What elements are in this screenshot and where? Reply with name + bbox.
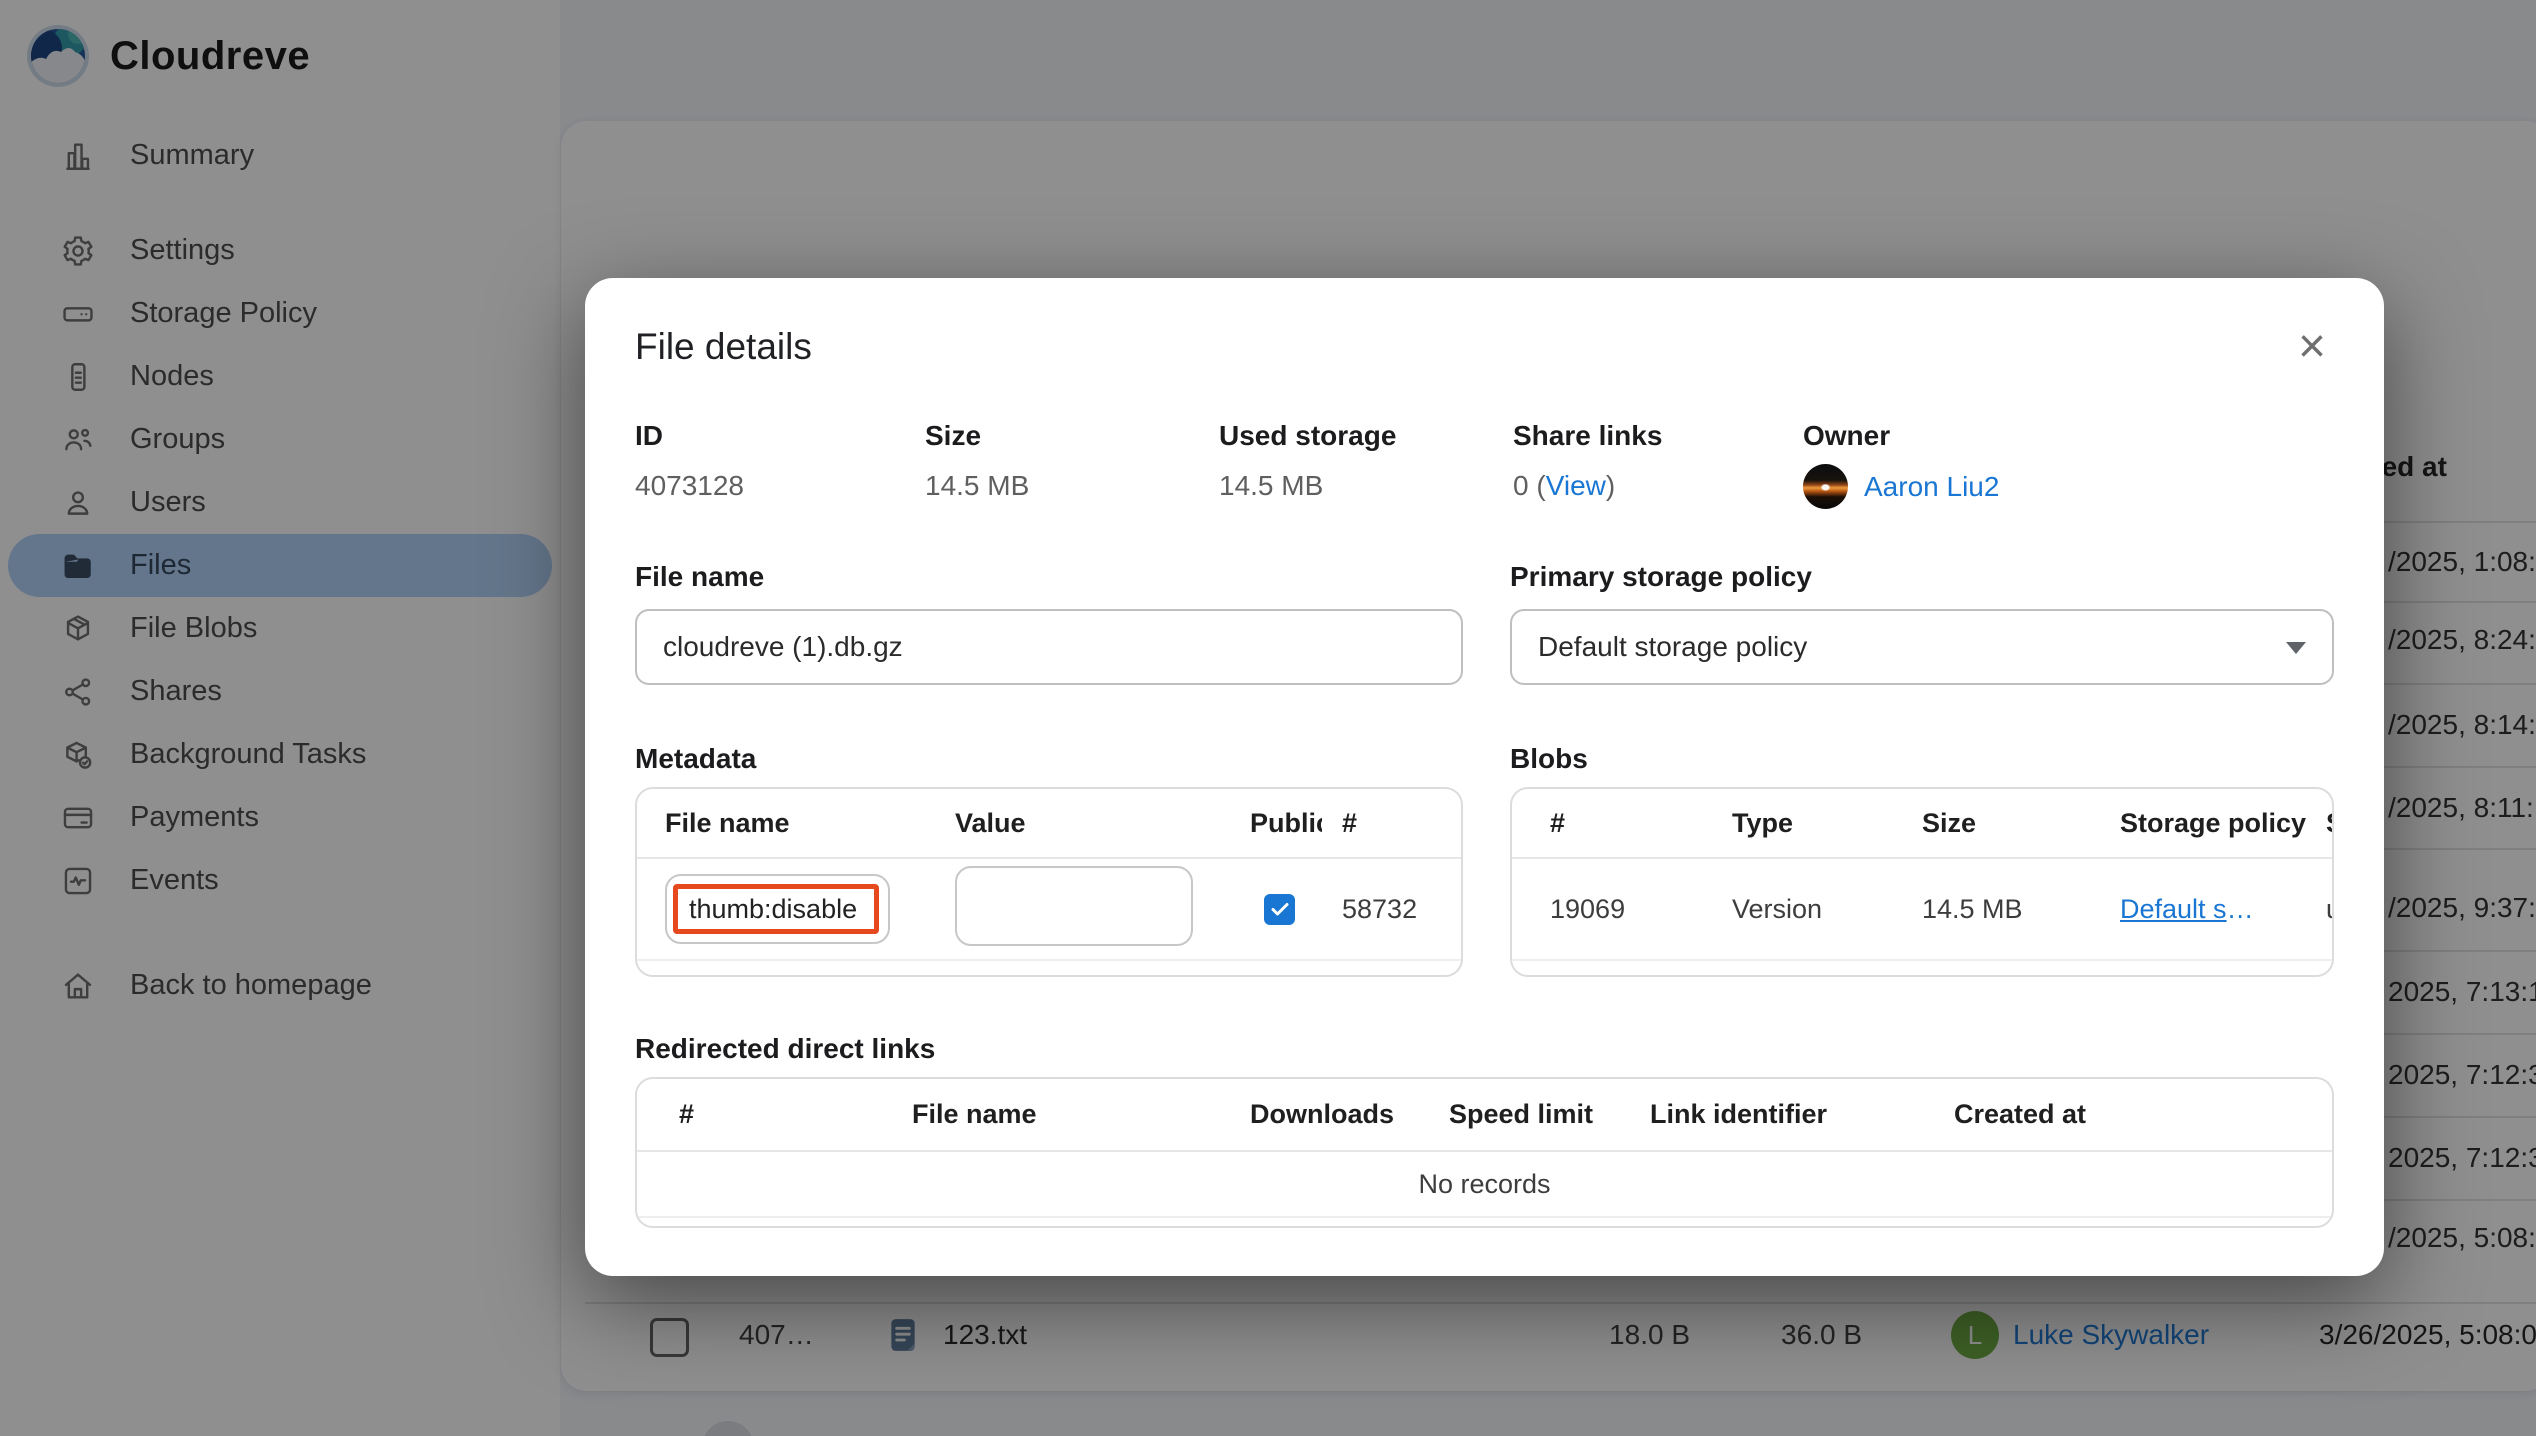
file-name-field: File name cloudreve (1).db.gz [635, 561, 1463, 685]
modal-title: File details [635, 326, 812, 367]
col-header: Speed limit [1449, 1099, 1594, 1129]
col-header: Storage policy [2120, 807, 2307, 838]
file-name-input[interactable]: cloudreve (1).db.gz [635, 609, 1463, 685]
file-info-row: ID 4073128 Size 14.5 MB Used storage 14.… [635, 420, 2334, 509]
blobs-table: # Type Size Storage policy S 19069 Versi… [1510, 787, 2334, 977]
public-checkbox[interactable] [1264, 893, 1295, 925]
view-share-links-link[interactable]: View [1546, 470, 1606, 501]
direct-links-table: # File name Downloads Speed limit Link i… [635, 1077, 2334, 1228]
direct-links-section: Redirected direct links # File name Down… [635, 1033, 2334, 1228]
col-header: Created at [1954, 1099, 2087, 1129]
col-header: Public [1250, 807, 1322, 838]
col-header: # [1550, 807, 1566, 838]
blob-row: 19069 Version 14.5 MB Default storage po… [1512, 859, 2332, 961]
col-header: Value [955, 807, 1026, 838]
metadata-section: Metadata File name Value Public # thumb:… [635, 743, 1463, 977]
owner-avatar [1803, 464, 1848, 509]
blobs-section: Blobs # Type Size Storage policy S 19069… [1510, 743, 2334, 977]
blob-storage-policy-link[interactable]: Default storage policy [2120, 894, 2254, 925]
info-share-links: Share links 0 (View) [1513, 420, 1663, 501]
info-size: Size 14.5 MB [925, 420, 1030, 501]
empty-state: No records [637, 1152, 2332, 1218]
metadata-value-input[interactable] [955, 865, 1193, 946]
col-header: S [2326, 808, 2332, 839]
col-header: Link identifier [1650, 1099, 1828, 1129]
file-details-modal: File details × ID 4073128 Size 14.5 MB U… [585, 278, 2384, 1276]
storage-policy-select[interactable]: Default storage policy [1510, 609, 2334, 685]
chevron-down-icon [2286, 642, 2306, 654]
col-header: File name [912, 1099, 1037, 1129]
info-used-storage: Used storage 14.5 MB [1219, 420, 1397, 501]
metadata-id-cell: 58732 [1342, 893, 1418, 924]
blob-type-cell: Version [1732, 893, 1823, 924]
blob-id-cell: 19069 [1550, 893, 1626, 924]
metadata-row: thumb:disable 58732 [637, 859, 1461, 961]
owner-link[interactable]: Aaron Liu2 [1864, 471, 1999, 503]
metadata-table: File name Value Public # thumb:disable [635, 787, 1463, 977]
col-header: # [1342, 807, 1358, 838]
col-header: Downloads [1250, 1099, 1395, 1129]
blob-extra-cell: u [2326, 894, 2332, 925]
metadata-name-input[interactable]: thumb:disable [665, 874, 890, 944]
col-header: Type [1732, 807, 1794, 838]
info-owner: Owner Aaron Liu2 [1803, 420, 1999, 509]
app-root: Cloudreve Summary Settings Storage Polic… [0, 0, 2536, 1436]
col-header: Size [1922, 807, 1977, 838]
info-id: ID 4073128 [635, 420, 745, 501]
col-header: # [679, 1099, 695, 1129]
close-icon[interactable]: × [2290, 323, 2334, 371]
col-header: File name [665, 807, 790, 838]
blob-size-cell: 14.5 MB [1922, 893, 2023, 924]
storage-policy-field: Primary storage policy Default storage p… [1510, 561, 2334, 685]
